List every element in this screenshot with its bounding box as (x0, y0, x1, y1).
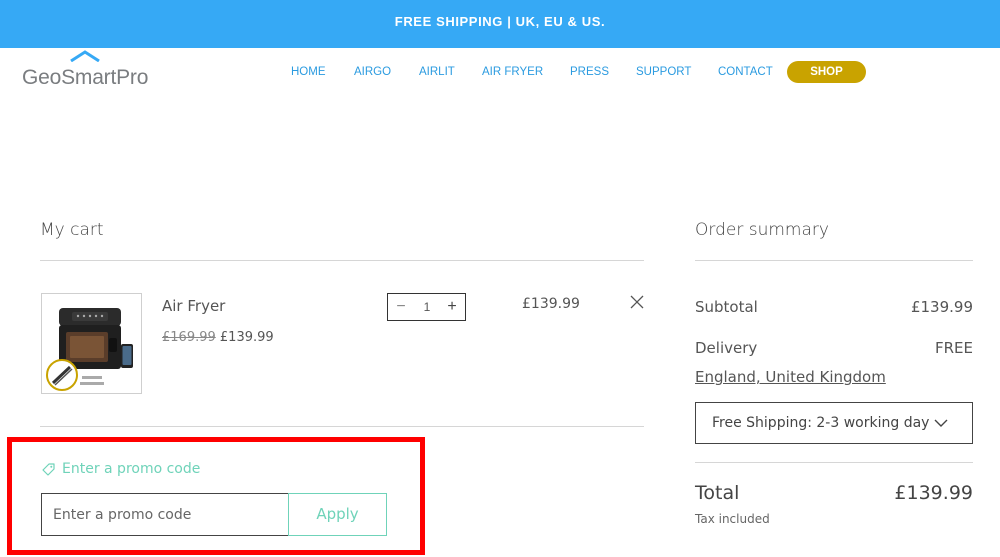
original-price: £169.99 (162, 330, 216, 345)
quantity-value[interactable]: 1 (414, 294, 440, 320)
shipping-option-select[interactable]: Free Shipping: 2-3 working days (695, 402, 973, 444)
remove-item-icon[interactable] (630, 295, 644, 309)
promo-code-link-label: Enter a promo code (62, 461, 201, 477)
nav-support[interactable]: SUPPORT (636, 64, 691, 80)
shipping-option-value: Free Shipping: 2-3 working days (712, 415, 930, 431)
divider (40, 260, 644, 261)
divider (40, 426, 644, 427)
nav-contact[interactable]: CONTACT (718, 64, 773, 80)
nav-home[interactable]: HOME (291, 64, 326, 80)
air-fryer-product-image[interactable] (41, 293, 142, 394)
line-total: £139.99 (522, 296, 580, 312)
subtotal-label: Subtotal (695, 298, 758, 316)
quantity-stepper[interactable]: − 1 + (387, 293, 466, 321)
delivery-location-link[interactable]: England, United Kingdom (695, 368, 886, 386)
nav-airgo[interactable]: AIRGO (354, 64, 391, 80)
decrease-quantity-button[interactable]: − (390, 294, 412, 320)
shipping-banner: FREE SHIPPING | UK, EU & US. (0, 0, 1000, 48)
chevron-down-icon (934, 419, 948, 427)
nav-airlit[interactable]: AIRLIT (419, 64, 455, 80)
apply-promo-button[interactable]: Apply (288, 493, 387, 536)
cart-item-name[interactable]: Air Fryer (162, 297, 225, 315)
air-fryer-icon (46, 308, 133, 391)
shop-button[interactable]: SHOP (787, 61, 866, 83)
sale-price: £139.99 (219, 330, 274, 345)
cart-title: My cart (40, 220, 104, 240)
nav-press[interactable]: PRESS (570, 64, 609, 80)
cart-item-prices: £169.99 £139.99 (162, 330, 274, 345)
tax-note: Tax included (695, 512, 770, 526)
divider (695, 462, 973, 463)
tag-icon (42, 463, 55, 476)
divider (695, 260, 973, 261)
delivery-label: Delivery (695, 339, 758, 357)
roof-icon (70, 50, 100, 62)
total-label: Total (695, 482, 740, 504)
increase-quantity-button[interactable]: + (441, 294, 463, 320)
nav-air-fryer[interactable]: AIR FRYER (482, 64, 543, 80)
promo-code-input[interactable] (41, 493, 289, 536)
subtotal-value: £139.99 (910, 298, 973, 316)
delivery-value: FREE (934, 339, 973, 357)
total-value: £139.99 (894, 482, 973, 504)
order-summary-title: Order summary (695, 220, 829, 240)
